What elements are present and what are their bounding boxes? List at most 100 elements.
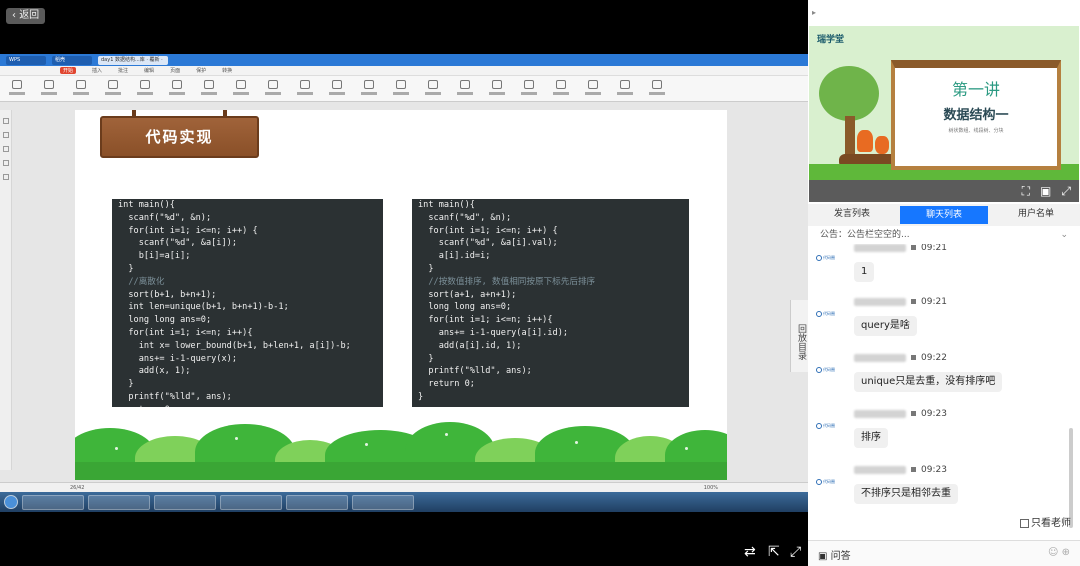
message-bubble: query是啥 — [854, 316, 917, 336]
video-area: ‹ 返回 WPS 稻壳 day1 数据结构...库 · 覆新 · pdf 开始 … — [0, 0, 808, 566]
message-bubble: 不排序只是相邻去重 — [854, 484, 958, 504]
code-line: int x= lower_bound(b+1, b+len+1, a[i])-b… — [118, 340, 351, 351]
code-line: return 0; — [118, 404, 377, 407]
code-line: scanf("%d", &n); — [118, 212, 212, 223]
message-meta: 09:23 — [854, 408, 947, 420]
code-line: b[i]=a[i]; — [118, 251, 191, 262]
toolbar-icon — [8, 79, 26, 98]
toolbar-icon — [648, 79, 666, 98]
code-block-left: int main(){ scanf("%d", &n); for(int i=1… — [112, 199, 383, 407]
dot-decoration — [445, 433, 448, 436]
username-blurred — [854, 353, 906, 362]
message-time: 09:23 — [921, 409, 947, 419]
checkbox-icon[interactable] — [1020, 518, 1029, 528]
only-teacher-label: 只看老师 — [1031, 518, 1071, 529]
only-teacher-checkbox[interactable]: 只看老师 — [1020, 518, 1071, 530]
pdf-toolbar — [0, 76, 808, 102]
lecture-caption: 树状数组、线段树、分块 — [948, 128, 1004, 134]
menu-item: 页面 — [170, 68, 181, 74]
avatar: 代码圈 — [816, 476, 846, 490]
toolbar-icon — [296, 79, 314, 98]
code-block-right: int main(){ scanf("%d", &n); for(int i=1… — [412, 199, 689, 407]
dot-decoration — [685, 447, 688, 450]
message-time: 09:21 — [921, 244, 947, 253]
message-time: 09:22 — [921, 353, 947, 363]
expand-icon[interactable]: ⤢ — [1061, 185, 1071, 197]
toolbar-icon — [232, 79, 250, 98]
brand-logo: 瑞学堂 — [817, 35, 845, 45]
qa-button[interactable]: ▣ 问答 — [818, 547, 851, 562]
chat-scrollbar[interactable] — [1069, 428, 1073, 528]
avatar: 代码圈 — [816, 308, 846, 322]
code-line: ans+= i-1-query(x); — [118, 353, 237, 364]
username-blurred — [854, 409, 906, 418]
chevron-down-icon[interactable]: ⌄ — [1060, 228, 1068, 242]
code-line: printf("%lld", ans); — [418, 366, 532, 377]
message-bubble: 1 — [854, 262, 875, 282]
panel-header: ▸ — [808, 0, 1080, 22]
username-blurred — [854, 465, 906, 474]
qa-label: 问答 — [830, 551, 851, 562]
code-line: for(int i=1; i<=n; i++) { — [118, 225, 258, 236]
taskbar-item — [352, 494, 414, 510]
toolbar-icon — [552, 79, 570, 98]
toolbar-icon — [40, 79, 58, 98]
code-line: ans+= i-1-query(a[i].id); — [418, 327, 569, 338]
tab-users[interactable]: 用户名单 — [992, 204, 1080, 226]
tab-chat[interactable]: 聊天列表 — [900, 206, 988, 224]
code-line: a[i].id=i; — [418, 251, 491, 262]
live-side-panel: ▸ 瑞学堂 第一讲 数据结构一 树状数组、线段树、分块 ⛶ ▣ ⤢ 发言列表 聊… — [808, 0, 1080, 566]
emoji-icon[interactable]: ☺ ⊕ — [1048, 547, 1070, 558]
panel-tabs: 发言列表 聊天列表 用户名单 — [808, 204, 1080, 226]
fullscreen-icon[interactable]: ⤢ — [790, 544, 801, 560]
replay-panel-handle[interactable]: 回放目录 — [790, 300, 808, 372]
code-line: printf("%lld", ans); — [118, 391, 232, 402]
collapse-icon[interactable]: ▸ — [808, 8, 816, 17]
toolbar-icon — [136, 79, 154, 98]
qa-bar: ▣ 问答 ☺ ⊕ — [808, 540, 1080, 566]
message-time: 09:21 — [921, 297, 947, 307]
code-line: } — [118, 379, 134, 390]
window-tab: 稻壳 — [52, 55, 92, 65]
toolbar-icon — [328, 79, 346, 98]
page-indicator[interactable]: 26/42 — [70, 485, 84, 491]
toolbar-icon — [456, 79, 474, 98]
avatar: 代码圈 — [816, 364, 846, 378]
screenshot-icon[interactable]: ⛶ — [1022, 185, 1030, 197]
notice-bar[interactable]: 公告：公告栏空空的... ⌄ — [808, 228, 1080, 244]
message-meta: 09:22 — [854, 352, 947, 364]
menu-item: 插入 — [92, 68, 103, 74]
message-bubble: 排序 — [854, 428, 888, 448]
pdf-statusbar: 26/42 100% — [0, 482, 808, 492]
menu-item: 转换 — [222, 68, 233, 74]
code-line: long long ans=0; — [118, 315, 212, 326]
lecture-number: 第一讲 — [951, 80, 1000, 99]
toolbar-icon — [168, 79, 186, 98]
dot-decoration — [235, 437, 238, 440]
code-line: for(int i=1; i<=n; i++){ — [118, 327, 253, 338]
pdf-menubar: 开始 插入 批注 编辑 页面 保护 转换 — [0, 66, 808, 76]
grass-decoration — [75, 462, 727, 480]
course-thumbnail: 瑞学堂 第一讲 数据结构一 树状数组、线段树、分块 — [809, 26, 1079, 180]
window-tab: day1 数据结构...库 · 覆新 · pdf — [98, 55, 168, 65]
code-line: return 0; — [418, 379, 475, 390]
message-meta: 09:21 — [854, 296, 947, 308]
switch-view-icon[interactable]: ▣ — [1040, 185, 1051, 197]
share-icon[interactable]: ⇱ — [768, 544, 780, 560]
code-line: } — [418, 391, 424, 402]
code-line: int main(){ — [418, 200, 475, 210]
message-meta: 09:21 — [854, 244, 947, 254]
title-board: 第一讲 数据结构一 树状数组、线段树、分块 — [891, 60, 1061, 170]
repeat-icon[interactable]: ⇄ — [744, 544, 756, 560]
avatar: 代码圈 — [816, 252, 846, 266]
avatar: 代码圈 — [816, 420, 846, 434]
taskbar-item — [22, 494, 84, 510]
dot-decoration — [575, 441, 578, 444]
pdf-side-strip — [0, 110, 12, 470]
dot-decoration — [365, 443, 368, 446]
tab-speakers[interactable]: 发言列表 — [808, 204, 896, 226]
back-button[interactable]: ‹ 返回 — [6, 8, 46, 24]
dot-decoration — [115, 447, 118, 450]
toolbar-icon — [520, 79, 538, 98]
fox-illustration — [875, 136, 889, 154]
